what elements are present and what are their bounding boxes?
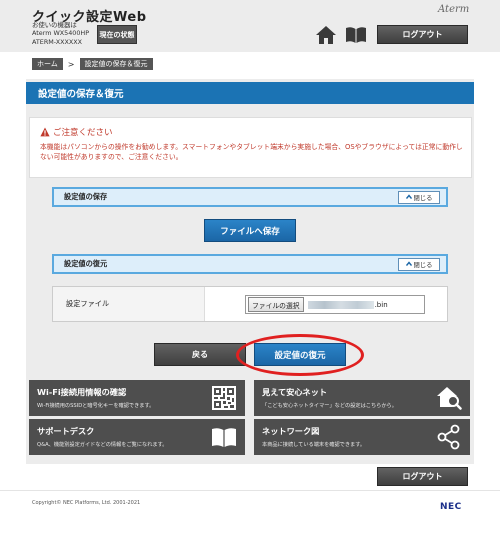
restore-section-close-button[interactable]: 閉じる (398, 257, 440, 271)
page-title: 設定値の保存＆復元 (26, 82, 474, 104)
network-icon (437, 424, 460, 450)
choose-file-button[interactable]: ファイルの選択 (248, 297, 304, 312)
tile-title: ネットワーク図 (262, 426, 320, 436)
file-name-redacted (307, 300, 374, 309)
logout-button[interactable]: ログアウト (377, 25, 468, 44)
warning-title: ご注意ください (40, 126, 113, 138)
tile-title: Wi-Fi接続用情報の確認 (37, 387, 127, 397)
restore-settings-button[interactable]: 設定値の復元 (254, 343, 346, 366)
device-info-caption: お使いの機器は (32, 21, 77, 29)
chevron-up-icon (405, 261, 412, 266)
home-search-icon (437, 387, 462, 410)
tile-title: サポートデスク (37, 426, 95, 436)
restore-section-title: 設定値の復元 (64, 259, 108, 268)
save-section-title: 設定値の保存 (64, 192, 108, 201)
book-icon[interactable] (345, 26, 367, 44)
warning-box: ご注意ください 本機能はパソコンからの操作をお勧めします。スマートフォンやタブレ… (29, 117, 472, 178)
file-extension: .bin (374, 300, 388, 309)
header: クイック設定Web お使いの機器は Aterm WX5400HP ATERM-X… (0, 0, 500, 52)
copyright: Copyright© NEC Platforms, Ltd. 2001-2021 (32, 500, 141, 506)
save-to-file-button[interactable]: ファイルへ保存 (204, 219, 296, 242)
tile-description: 「こども安心ネットタイマー」などの設定はこちらから。 (262, 403, 397, 409)
device-model: Aterm WX5400HP (32, 29, 90, 38)
save-section-header: 設定値の保存 閉じる (52, 187, 448, 207)
warning-title-text: ご注意ください (53, 128, 113, 138)
tile-description: Q&A、機能別設定ガイドなどの情報をご覧になれます。 (37, 442, 168, 448)
book-icon (212, 428, 236, 447)
warning-text: 本機能はパソコンからの操作をお勧めします。スマートフォンやタブレット端末から実施… (40, 143, 463, 161)
qr-code-icon (212, 386, 236, 410)
back-button[interactable]: 戻る (154, 343, 246, 366)
tile-support-desk[interactable]: サポートデスク Q&A、機能別設定ガイドなどの情報をご覧になれます。 (29, 419, 245, 455)
close-label: 閉じる (413, 261, 433, 269)
close-label: 閉じる (413, 194, 433, 202)
footer-divider (0, 490, 500, 491)
save-section-close-button[interactable]: 閉じる (398, 190, 440, 204)
tile-wifi-info[interactable]: Wi-Fi接続用情報の確認 Wi-Fi接続用のSSIDと暗号化キーを確認できます… (29, 380, 245, 416)
tile-network-map[interactable]: ネットワーク図 本商品に接続している端末を確認できます。 (254, 419, 470, 455)
device-info: お使いの機器は Aterm WX5400HP ATERM-XXXXXX (32, 21, 89, 46)
tile-description: 本商品に接続している端末を確認できます。 (262, 442, 366, 448)
tile-description: Wi-Fi接続用のSSIDと暗号化キーを確認できます。 (37, 403, 155, 409)
logout-button-bottom[interactable]: ログアウト (377, 467, 468, 486)
breadcrumb: ホーム > 設定値の保存＆復元 (32, 58, 153, 70)
warning-icon (40, 127, 50, 137)
device-name: ATERM-XXXXXX (32, 37, 83, 46)
home-icon[interactable] (315, 25, 337, 45)
brand-logo: Aterm (438, 4, 470, 15)
breadcrumb-home[interactable]: ホーム (32, 58, 63, 70)
restore-section-header: 設定値の復元 閉じる (52, 254, 448, 274)
breadcrumb-current: 設定値の保存＆復元 (79, 58, 153, 70)
main-content: 設定値の保存＆復元 ご注意ください 本機能はパソコンからの操作をお勧めします。ス… (26, 79, 474, 464)
settings-file-input[interactable]: ファイルの選択 .bin (245, 295, 425, 314)
chevron-up-icon (405, 194, 412, 199)
restore-panel: 設定ファイル ファイルの選択 .bin (52, 286, 448, 322)
settings-file-label: 設定ファイル (53, 287, 205, 321)
tile-safe-net[interactable]: 見えて安心ネット 「こども安心ネットタイマー」などの設定はこちらから。 (254, 380, 470, 416)
tile-title: 見えて安心ネット (262, 387, 328, 397)
nec-logo: NEC (440, 502, 462, 512)
breadcrumb-separator: > (67, 59, 75, 69)
status-button[interactable]: 現在の状態 (97, 25, 137, 44)
